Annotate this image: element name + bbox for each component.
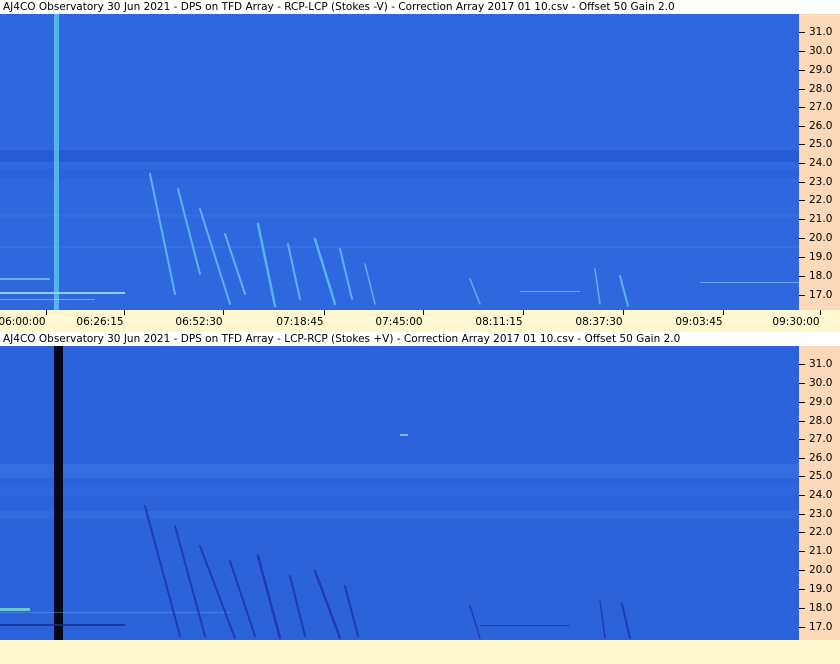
time-tick: 08:11:15 <box>475 310 546 328</box>
time-tick: 08:37:30 <box>575 310 646 328</box>
frequency-axis-top: 31.0 30.0 29.0 28.0 27.0 26.0 25.0 24.0 … <box>799 14 840 310</box>
time-tick: 06:00:00 <box>0 310 69 328</box>
time-axis: 06:00:00 06:26:15 06:52:30 07:18:45 07:4… <box>0 310 840 332</box>
time-tick: 07:45:00 <box>375 310 446 328</box>
spectrogram-bottom <box>0 346 799 640</box>
spectrogram-top <box>0 14 799 310</box>
time-tick: 07:18:45 <box>276 310 347 328</box>
time-tick: 06:52:30 <box>175 310 246 328</box>
spectrogram-top-plot <box>0 14 799 310</box>
time-tick: 09:03:45 <box>675 310 746 328</box>
time-tick: 06:26:15 <box>76 310 147 328</box>
panel-title-bottom: AJ4CO Observatory 30 Jun 2021 - DPS on T… <box>0 332 840 346</box>
time-tick: 09:30:00 <box>772 310 840 328</box>
frequency-axis-bottom: 31.0 30.0 29.0 28.0 27.0 26.0 25.0 24.0 … <box>799 346 840 640</box>
bottom-strip <box>0 640 840 664</box>
spectrogram-bottom-plot <box>0 346 799 640</box>
panel-title-top: AJ4CO Observatory 30 Jun 2021 - DPS on T… <box>0 0 840 14</box>
